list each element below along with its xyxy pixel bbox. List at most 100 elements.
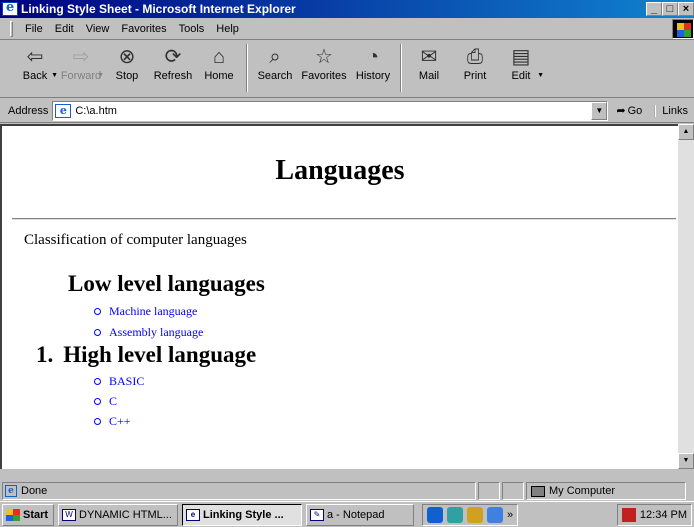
- status-panel: [478, 482, 500, 500]
- go-arrow-icon: ➦: [616, 105, 626, 117]
- menu-view[interactable]: View: [80, 21, 116, 37]
- forward-dropdown-icon[interactable]: ▼: [97, 72, 104, 79]
- list-item[interactable]: Assembly language: [94, 325, 203, 340]
- print-label: Print: [463, 70, 487, 82]
- scroll-down-icon[interactable]: ▼: [678, 453, 694, 469]
- low-level-heading: Low level languages: [68, 271, 265, 296]
- page-heading: Languages: [275, 155, 405, 186]
- edit-dropdown-icon[interactable]: ▼: [537, 72, 544, 79]
- circle-bullet-icon: [94, 418, 101, 425]
- stop-icon: ⊗: [118, 46, 136, 68]
- ie-launch-icon[interactable]: [427, 506, 443, 523]
- stop-label: Stop: [115, 70, 139, 82]
- menu-edit[interactable]: Edit: [49, 21, 80, 37]
- mail-button[interactable]: ✉ Mail: [406, 44, 452, 96]
- ie-icon: e: [186, 508, 200, 521]
- list-item-text: Assembly language: [109, 325, 204, 339]
- list-item[interactable]: C: [94, 394, 117, 409]
- history-icon: ◔: [366, 46, 380, 68]
- close-button[interactable]: ×: [678, 2, 694, 16]
- minimize-button[interactable]: _: [646, 2, 662, 16]
- computer-icon: [531, 485, 545, 497]
- refresh-button[interactable]: ⟳ Refresh: [150, 44, 196, 96]
- refresh-label: Refresh: [153, 70, 193, 82]
- security-zone: My Computer: [526, 482, 686, 500]
- refresh-icon: ⟳: [164, 46, 182, 68]
- favorites-icon: ☆: [315, 46, 333, 68]
- menu-favorites[interactable]: Favorites: [115, 21, 172, 37]
- scroll-up-icon[interactable]: ▲: [678, 124, 694, 140]
- start-button[interactable]: Start: [2, 503, 54, 526]
- task-dynamic-html[interactable]: W DYNAMIC HTML...: [58, 503, 178, 526]
- menu-grip[interactable]: [10, 20, 13, 37]
- back-label: Back: [22, 70, 48, 82]
- intro-text: Classification of computer languages: [24, 232, 247, 248]
- print-button[interactable]: ⎙ Print: [452, 44, 498, 96]
- task-notepad[interactable]: ✎ a - Notepad: [306, 503, 414, 526]
- outlook-icon[interactable]: [487, 506, 503, 523]
- list-item[interactable]: C++: [94, 414, 131, 429]
- horizontal-rule: [12, 218, 676, 220]
- windows-logo-icon: [672, 19, 694, 39]
- mail-label: Mail: [418, 70, 440, 82]
- more-chevron-icon[interactable]: »: [507, 509, 513, 521]
- list-item[interactable]: BASIC: [94, 374, 144, 389]
- menu-bar: File Edit View Favorites Tools Help: [0, 18, 694, 40]
- history-button[interactable]: ◔ History: [350, 44, 396, 96]
- scheduler-icon[interactable]: [621, 508, 636, 522]
- search-button[interactable]: ⌕ Search: [252, 44, 298, 96]
- channels-icon[interactable]: [467, 506, 483, 523]
- stop-button[interactable]: ⊗ Stop: [104, 44, 150, 96]
- page-content: Languages Classification of computer lan…: [0, 124, 678, 469]
- toolbar-separator: [400, 44, 402, 92]
- back-arrow-icon: ⇦: [26, 46, 44, 68]
- zone-label: My Computer: [549, 485, 616, 497]
- maximize-button[interactable]: □: [662, 2, 678, 16]
- address-input[interactable]: e C:\a.htm ▼: [52, 100, 609, 121]
- status-panel: [502, 482, 524, 500]
- circle-bullet-icon: [94, 378, 101, 385]
- edit-button[interactable]: ▤ Edit ▼: [498, 44, 544, 96]
- list-item-text: C++: [109, 414, 131, 428]
- favorites-button[interactable]: ☆ Favorites: [298, 44, 350, 96]
- status-text-panel: e Done: [2, 482, 476, 500]
- word-icon: ▤: [511, 46, 531, 68]
- go-button[interactable]: ➦ Go: [616, 104, 642, 118]
- desktop-icon[interactable]: [447, 506, 463, 523]
- vertical-scrollbar[interactable]: ▲ ▼: [678, 124, 694, 469]
- home-icon: ⌂: [212, 46, 226, 68]
- window-controls: _ □ ×: [646, 2, 694, 16]
- menu-file[interactable]: File: [19, 21, 49, 37]
- task-linking-style[interactable]: e Linking Style ...: [182, 503, 302, 526]
- back-button[interactable]: ⇦ Back ▼: [12, 44, 58, 96]
- menu-help[interactable]: Help: [210, 21, 245, 37]
- page-icon: e: [55, 103, 72, 118]
- forward-button[interactable]: ⇨ Forward ▼: [58, 44, 104, 96]
- forward-label: Forward: [60, 70, 102, 82]
- menu-tools[interactable]: Tools: [173, 21, 211, 37]
- home-label: Home: [204, 70, 234, 82]
- forward-arrow-icon: ⇨: [72, 46, 90, 68]
- links-button[interactable]: Links: [654, 104, 688, 117]
- toolbar-separator: [246, 44, 248, 92]
- back-dropdown-icon[interactable]: ▼: [51, 72, 58, 79]
- address-dropdown-icon[interactable]: ▼: [591, 101, 608, 120]
- history-label: History: [355, 70, 391, 82]
- taskbar: Start W DYNAMIC HTML... e Linking Style …: [0, 501, 694, 527]
- address-bar: Address e C:\a.htm ▼ ➦ Go Links: [0, 99, 694, 123]
- list-item-text: C: [109, 394, 118, 408]
- clock[interactable]: 12:34 PM: [640, 509, 687, 521]
- address-value: C:\a.htm: [75, 104, 117, 117]
- title-bar: Linking Style Sheet - Microsoft Internet…: [0, 0, 694, 18]
- search-label: Search: [257, 70, 293, 82]
- list-item[interactable]: Machine language: [94, 304, 197, 319]
- search-icon: ⌕: [269, 46, 281, 68]
- word-icon: W: [62, 508, 76, 521]
- system-tray: 12:34 PM: [616, 504, 692, 526]
- toolbar: ⇦ Back ▼ ⇨ Forward ▼ ⊗ Stop ⟳ Refresh ⌂ …: [0, 41, 694, 98]
- high-level-heading: 1. High level language: [36, 342, 256, 368]
- task-label: Linking Style ...: [203, 508, 284, 521]
- favorites-label: Favorites: [301, 70, 347, 82]
- task-label: DYNAMIC HTML...: [79, 508, 172, 521]
- home-button[interactable]: ⌂ Home: [196, 44, 242, 96]
